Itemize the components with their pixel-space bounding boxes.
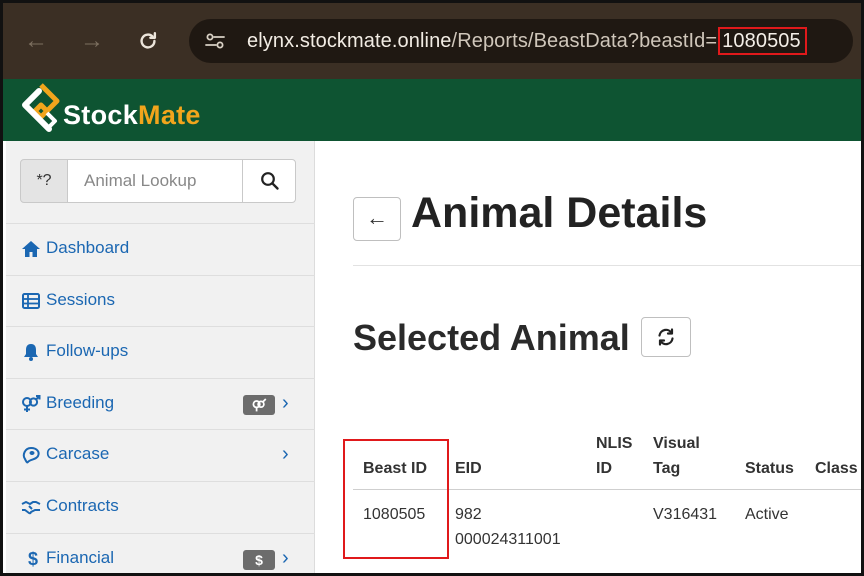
browser-back-button[interactable]: ← xyxy=(21,23,51,59)
refresh-button[interactable] xyxy=(641,317,691,357)
sidebar-item-label: Contracts xyxy=(46,495,119,515)
selected-animal-table: Beast ID EID NLIS ID Visual Tag Status C… xyxy=(343,423,861,573)
sidebar-nav: Dashboard Sessions Follow-ups Breeding › xyxy=(6,223,315,573)
url-host: elynx.stockmate.online xyxy=(247,30,452,52)
venus-mars-icon xyxy=(252,398,267,412)
address-bar[interactable]: elynx.stockmate.online/Reports/BeastData… xyxy=(189,19,853,63)
sidebar-item-breeding[interactable]: Breeding › xyxy=(6,377,315,430)
app-header: StockMate xyxy=(3,79,861,141)
logo-text-stock: Stock xyxy=(63,100,139,130)
title-divider xyxy=(353,265,861,266)
main-content: ← Animal Details Selected Animal Beast I… xyxy=(315,141,861,573)
lookup-search-button[interactable] xyxy=(242,159,296,203)
sidebar-item-label: Follow-ups xyxy=(46,341,129,361)
steak-icon xyxy=(22,447,40,464)
chevron-right-icon: › xyxy=(282,546,289,569)
column-header-nlis-id[interactable]: NLIS ID xyxy=(596,431,636,481)
wildcard-button[interactable]: *? xyxy=(20,159,68,203)
url-text: elynx.stockmate.online/Reports/BeastData… xyxy=(247,27,807,55)
stockmate-logo[interactable]: StockMate xyxy=(21,83,261,137)
logo-text-mate: Mate xyxy=(138,100,201,130)
financial-badge: $ xyxy=(243,549,275,570)
url-beast-id-highlight: 1080505 xyxy=(718,27,807,55)
back-button[interactable]: ← xyxy=(353,197,401,241)
sidebar-item-contracts[interactable]: Contracts xyxy=(6,480,315,533)
chevron-right-icon: › xyxy=(282,391,289,414)
sidebar-item-sessions[interactable]: Sessions xyxy=(6,274,315,327)
search-icon xyxy=(261,172,279,190)
home-icon xyxy=(22,241,40,257)
column-header-eid[interactable]: EID xyxy=(455,456,482,481)
dollar-icon: $ xyxy=(27,548,38,569)
sidebar-item-label: Sessions xyxy=(46,289,115,309)
reload-icon xyxy=(140,32,157,49)
screenshot-frame: ← → elynx.stockmate.online/Reports/Beast… xyxy=(0,0,864,576)
page-title: Animal Details xyxy=(411,189,708,237)
sidebar-item-label: Dashboard xyxy=(46,238,130,257)
refresh-icon xyxy=(658,328,674,346)
breeding-badge xyxy=(243,394,275,415)
handshake-icon xyxy=(21,500,41,515)
chevron-right-icon: › xyxy=(282,443,289,466)
cell-visual-tag: V316431 xyxy=(653,506,718,523)
site-settings-icon[interactable] xyxy=(203,29,227,53)
cell-eid-line2: 000024311001 xyxy=(455,531,561,548)
cell-eid-line1: 982 xyxy=(455,506,482,523)
section-title: Selected Animal xyxy=(353,317,630,358)
sidebar-item-financial[interactable]: $ Financial $ › xyxy=(6,532,315,573)
column-header-status[interactable]: Status xyxy=(745,456,794,481)
arrow-left-icon: ← xyxy=(366,205,388,230)
sidebar-item-follow-ups[interactable]: Follow-ups xyxy=(6,326,315,378)
sidebar-item-dashboard[interactable]: Dashboard xyxy=(6,223,315,275)
browser-forward-button[interactable]: → xyxy=(77,23,107,59)
sidebar-item-carcase[interactable]: Carcase › xyxy=(6,429,315,481)
column-header-class[interactable]: Class xyxy=(815,456,858,481)
sidebar-item-label: Breeding xyxy=(46,392,115,412)
sidebar-item-label: Carcase xyxy=(46,444,110,464)
animal-lookup-group: *? xyxy=(20,159,296,203)
browser-toolbar: ← → elynx.stockmate.online/Reports/Beast… xyxy=(3,3,861,79)
column-header-visual-tag[interactable]: Visual Tag xyxy=(653,431,713,481)
venus-mars-icon xyxy=(22,394,41,412)
browser-reload-button[interactable] xyxy=(133,23,163,59)
table-list-icon xyxy=(22,292,40,309)
logo-text: StockMate xyxy=(63,100,201,131)
sidebar: *? Dashboard Sessions Follow-ups xyxy=(6,141,315,573)
cell-status: Active xyxy=(745,506,789,523)
logo-mark-icon xyxy=(22,83,60,132)
sidebar-item-label: Financial xyxy=(46,547,115,567)
animal-lookup-input[interactable] xyxy=(67,159,243,203)
bell-icon xyxy=(24,344,38,362)
url-path: /Reports/BeastData?beastId= xyxy=(451,30,718,52)
beast-id-highlight-box xyxy=(343,439,449,559)
